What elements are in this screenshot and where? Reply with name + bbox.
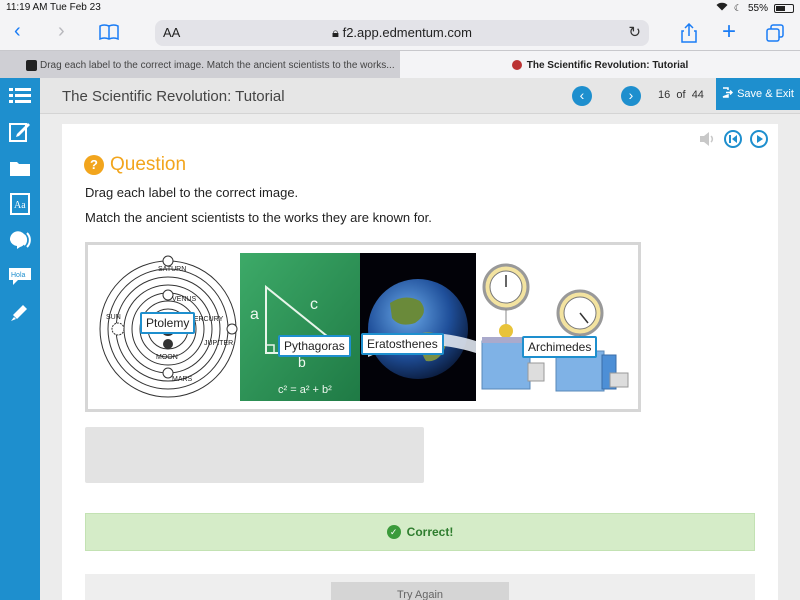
- pythagorean-theorem-image: a c b c² = a² + b²: [240, 253, 360, 401]
- instruction-match: Match the ancient scientists to the work…: [85, 210, 432, 225]
- tabs-overview-icon[interactable]: [766, 24, 784, 47]
- back-icon[interactable]: ‹: [14, 20, 21, 43]
- tab-favicon-icon: [26, 59, 37, 71]
- folder-icon[interactable]: [8, 156, 32, 180]
- label-ptolemy[interactable]: Ptolemy: [140, 312, 196, 334]
- lock-icon: 🔒︎: [332, 25, 343, 40]
- question-header: ? Question: [84, 154, 186, 176]
- jupiter-label: JUPITER: [204, 340, 233, 347]
- restart-audio-icon[interactable]: [724, 130, 742, 148]
- sun-label: SUN: [106, 314, 121, 321]
- lesson-title: The Scientific Revolution: Tutorial: [62, 88, 285, 105]
- battery-icon: [774, 3, 794, 13]
- tab-tutorial-label: The Scientific Revolution: Tutorial: [526, 59, 689, 71]
- battery-percent: 55%: [747, 2, 768, 14]
- status-bar: 11:19 AM Tue Feb 23 ☾ 55%: [0, 0, 800, 16]
- label-eratosthenes[interactable]: Eratosthenes: [361, 333, 444, 355]
- question-card: ? Question Drag each label to the correc…: [62, 124, 778, 600]
- try-again-button[interactable]: Try Again: [331, 582, 509, 600]
- question-heading: Question: [110, 154, 187, 175]
- side-a-label: a: [250, 306, 259, 323]
- browser-toolbar: ‹ › AA 🔒︎ f2.app.edmentum.com ↻ +: [0, 16, 800, 50]
- moon-icon: ☾: [733, 2, 742, 13]
- bookmarks-icon[interactable]: [99, 24, 119, 45]
- instruction-drag: Drag each label to the correct image.: [85, 185, 299, 200]
- menu-list-icon[interactable]: [8, 84, 32, 108]
- reload-icon[interactable]: ↻: [628, 23, 641, 41]
- status-right: ☾ 55%: [716, 2, 794, 14]
- svg-text:Aa: Aa: [14, 200, 26, 211]
- dictionary-icon[interactable]: Aa: [8, 192, 32, 216]
- forward-icon[interactable]: ›: [58, 20, 65, 43]
- exit-icon: [722, 87, 734, 101]
- status-time: 11:19 AM: [6, 2, 48, 13]
- page-total: 44: [691, 89, 704, 101]
- lesson-header: The Scientific Revolution: Tutorial ‹ › …: [40, 78, 800, 114]
- translate-icon[interactable]: Hola: [8, 264, 32, 288]
- image-row: SATURN VENUS SUN MERCURY JUPITER MOON MA…: [85, 242, 641, 412]
- earth-measurement-image: [360, 253, 476, 401]
- page-of: of: [676, 89, 686, 101]
- next-page-button[interactable]: ›: [621, 86, 641, 106]
- url-label: f2.app.edmentum.com: [342, 25, 472, 40]
- saturn-label: SATURN: [158, 266, 186, 273]
- buoyancy-apparatus-image: [476, 253, 636, 401]
- lesson-sidebar: Aa Hola: [0, 78, 40, 600]
- question-mark-icon: ?: [84, 155, 104, 175]
- address-bar[interactable]: AA 🔒︎ f2.app.edmentum.com ↻: [155, 20, 649, 46]
- check-icon: ✓: [386, 525, 401, 539]
- label-tray[interactable]: [85, 427, 424, 483]
- moon-label: MOON: [156, 354, 178, 361]
- page-current: 16: [658, 89, 671, 101]
- status-date: Tue Feb 23: [50, 2, 101, 13]
- highlighter-icon[interactable]: [8, 300, 32, 324]
- tab-bar: Drag each label to the correct image. Ma…: [0, 50, 800, 79]
- wifi-icon: [716, 2, 728, 14]
- prev-page-button[interactable]: ‹: [572, 86, 592, 106]
- text-to-speech-icon[interactable]: [8, 228, 32, 252]
- notes-edit-icon[interactable]: [8, 120, 32, 144]
- audio-icon[interactable]: [698, 130, 716, 148]
- feedback-banner: ✓ Correct!: [85, 513, 755, 551]
- venus-label: VENUS: [172, 296, 196, 303]
- page-indicator: 16 of 44: [658, 89, 704, 101]
- save-exit-button[interactable]: Save & Exit: [716, 78, 800, 110]
- tab-question-label: Drag each label to the correct image. Ma…: [40, 59, 395, 71]
- feedback-text: Correct!: [406, 525, 454, 539]
- url-text: 🔒︎ f2.app.edmentum.com: [155, 25, 649, 41]
- mars-label: MARS: [172, 376, 193, 383]
- tab-question[interactable]: Drag each label to the correct image. Ma…: [0, 51, 400, 79]
- side-c-label: c: [310, 296, 318, 313]
- save-exit-label: Save & Exit: [737, 88, 794, 100]
- new-tab-icon[interactable]: +: [722, 18, 736, 46]
- label-pythagoras[interactable]: Pythagoras: [278, 335, 351, 357]
- label-archimedes[interactable]: Archimedes: [522, 336, 598, 358]
- action-panel: Try Again: [85, 574, 755, 600]
- tab-favicon-icon: [511, 60, 522, 70]
- formula-label: c² = a² + b²: [278, 384, 332, 396]
- share-icon[interactable]: [681, 22, 697, 48]
- play-audio-icon[interactable]: [750, 130, 768, 148]
- tab-tutorial[interactable]: The Scientific Revolution: Tutorial: [400, 51, 800, 79]
- svg-text:Hola: Hola: [11, 272, 26, 279]
